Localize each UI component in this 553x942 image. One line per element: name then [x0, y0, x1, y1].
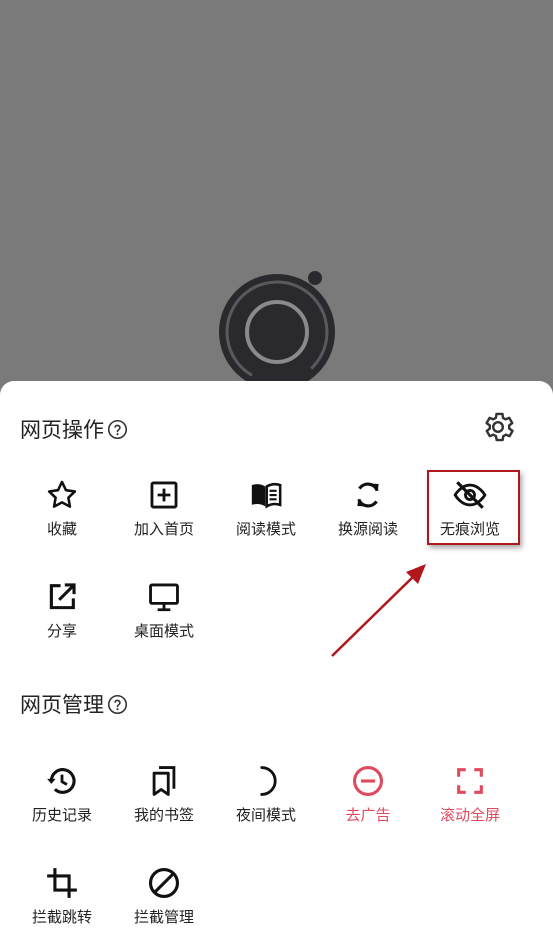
share-icon [49, 583, 76, 610]
menu-item-label: 我的书签 [133, 806, 194, 824]
refresh-icon [357, 482, 379, 508]
menu-item-block-redirect[interactable]: 拦截跳转 [11, 866, 113, 942]
book-icon [251, 482, 282, 509]
bookmarks-icon [152, 766, 176, 796]
menu-item-label: 拦截跳转 [31, 908, 92, 926]
settings-gear-icon[interactable] [480, 409, 516, 445]
bottom-sheet-menu: 网页操作 收藏 加入首页 阅读模式 换源阅读 无痕浏览 分享 桌面模式 网页管理 [0, 381, 553, 942]
crop-icon [47, 868, 77, 898]
menu-item-reading-mode[interactable]: 阅读模式 [215, 478, 317, 558]
menu-item-label: 去广告 [345, 806, 391, 824]
menu-item-label: 加入首页 [133, 520, 194, 538]
menu-item-bookmarks[interactable]: 我的书签 [113, 764, 215, 844]
star-icon [47, 480, 77, 508]
section-title-web-manage: 网页管理 [20, 689, 128, 719]
menu-item-label: 换源阅读 [337, 520, 398, 538]
section-title-web-manage-label: 网页管理 [20, 693, 104, 717]
monitor-icon [149, 583, 179, 612]
moon-icon [260, 766, 277, 796]
section-title-web-ops: 网页操作 [20, 414, 128, 444]
block-icon [148, 867, 180, 899]
highlight-box [427, 470, 520, 545]
menu-item-share[interactable]: 分享 [11, 580, 113, 660]
menu-item-label: 收藏 [46, 520, 77, 538]
menu-item-scroll-fullscreen[interactable]: 滚动全屏 [419, 764, 521, 844]
add-box-icon [150, 481, 178, 509]
menu-item-favorite[interactable]: 收藏 [11, 478, 113, 558]
section-title-web-ops-label: 网页操作 [20, 418, 104, 442]
help-icon[interactable] [107, 419, 128, 440]
history-icon [47, 768, 76, 794]
menu-item-label: 历史记录 [31, 806, 92, 824]
menu-item-block-manage[interactable]: 拦截管理 [113, 866, 215, 942]
help-icon[interactable] [107, 694, 128, 715]
menu-item-label: 拦截管理 [133, 908, 194, 926]
menu-item-night-mode[interactable]: 夜间模式 [215, 764, 317, 844]
menu-item-label: 滚动全屏 [439, 806, 500, 824]
menu-item-label: 夜间模式 [235, 806, 296, 824]
minus-circle-icon [352, 765, 384, 797]
menu-item-label: 桌面模式 [133, 622, 194, 640]
menu-item-ad-block[interactable]: 去广告 [317, 764, 419, 844]
menu-item-add-home[interactable]: 加入首页 [113, 478, 215, 558]
menu-item-label: 阅读模式 [235, 520, 296, 538]
menu-item-switch-source[interactable]: 换源阅读 [317, 478, 419, 558]
menu-item-label: 分享 [46, 622, 77, 640]
menu-item-desktop-mode[interactable]: 桌面模式 [113, 580, 215, 660]
fullscreen-icon [457, 768, 483, 794]
app-logo-icon [219, 271, 335, 390]
pointer-arrow-icon [331, 564, 426, 657]
menu-item-history[interactable]: 历史记录 [11, 764, 113, 844]
